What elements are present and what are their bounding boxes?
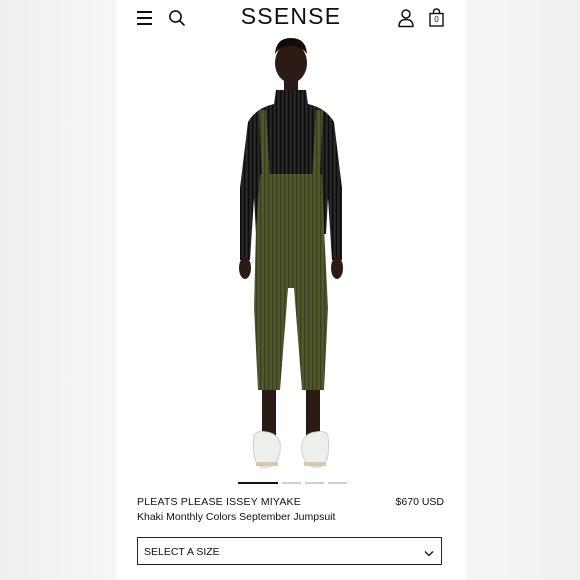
- image-carousel-indicators: [238, 481, 348, 485]
- size-select-label: SELECT A SIZE: [144, 546, 220, 558]
- site-header: SSENSE 0: [116, 0, 466, 36]
- model-head: [275, 43, 307, 83]
- bag-count: 0: [434, 15, 439, 24]
- product-page: SSENSE 0 PLEATS PLEASE ISSEY MIYAKE $670…: [116, 0, 466, 580]
- shopping-bag-icon[interactable]: 0: [429, 8, 447, 28]
- product-price: $670 USD: [395, 496, 444, 508]
- product-image[interactable]: [156, 38, 426, 476]
- background-right: [464, 0, 580, 580]
- chevron-down-icon: [423, 546, 435, 557]
- size-select[interactable]: SELECT A SIZE: [137, 537, 442, 565]
- logo-link[interactable]: SSENSE: [241, 3, 342, 29]
- hamburger-menu-icon[interactable]: [137, 10, 153, 26]
- khaki-jumpsuit: [254, 174, 328, 390]
- carousel-dot-3[interactable]: [305, 482, 324, 484]
- carousel-dot-4[interactable]: [328, 482, 347, 484]
- product-name: Khaki Monthly Colors September Jumpsuit: [137, 511, 336, 523]
- product-brand[interactable]: PLEATS PLEASE ISSEY MIYAKE: [137, 496, 301, 508]
- sneaker-left: [252, 431, 281, 468]
- account-icon[interactable]: [397, 8, 415, 28]
- carousel-dot-1[interactable]: [238, 482, 278, 484]
- search-icon[interactable]: [168, 9, 186, 27]
- background-left: [0, 0, 116, 580]
- carousel-dot-2[interactable]: [282, 482, 301, 484]
- sneaker-right: [301, 431, 330, 468]
